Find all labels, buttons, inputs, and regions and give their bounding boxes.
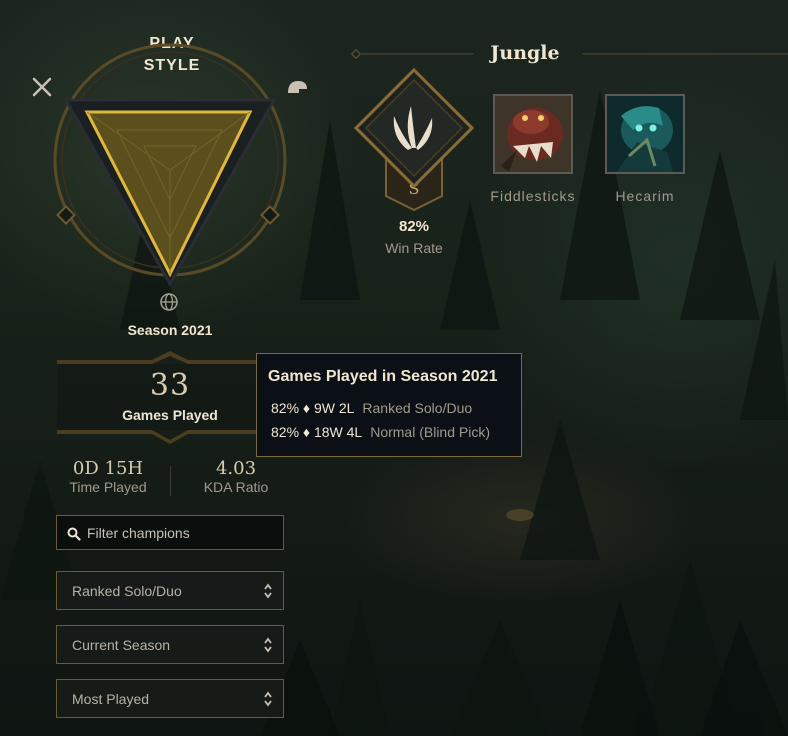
up-down-chevron-icon xyxy=(264,583,272,599)
tooltip-row-stats: 82% ♦ 9W 2L xyxy=(271,400,355,416)
tooltip-row-queue: Ranked Solo/Duo xyxy=(362,400,473,416)
play-style-chart xyxy=(53,43,287,288)
stat-divider xyxy=(170,466,171,496)
filter-champions-input[interactable]: Filter champions xyxy=(56,515,284,550)
hecarim-portrait xyxy=(607,96,683,172)
kda-ratio-stat: 4.03 KDA Ratio xyxy=(190,458,282,495)
win-rate-value: 82% xyxy=(398,218,430,235)
search-icon xyxy=(67,527,81,541)
kda-ratio-label: KDA Ratio xyxy=(203,479,269,495)
time-played-stat: 0D 15H Time Played xyxy=(58,458,158,495)
champion-portrait xyxy=(605,94,685,174)
champion-name: Hecarim xyxy=(615,188,675,204)
time-played-value: 0D 15H xyxy=(72,458,144,479)
champion-name: Fiddlesticks xyxy=(490,188,576,204)
tooltip-row-ranked: 82% ♦ 9W 2L Ranked Solo/Duo xyxy=(271,400,472,416)
tooltip-row-normal: 82% ♦ 18W 4L Normal (Blind Pick) xyxy=(271,424,490,440)
season-select-value: Current Season xyxy=(72,637,171,653)
queue-select[interactable]: Ranked Solo/Duo xyxy=(56,571,284,610)
role-rank-emblem: S xyxy=(354,68,474,212)
kda-ratio-value: 4.03 xyxy=(215,458,257,479)
champion-card-fiddlesticks[interactable]: Fiddlesticks xyxy=(490,94,575,204)
champion-portrait xyxy=(493,94,573,174)
games-played-tooltip: Games Played in Season 2021 82% ♦ 9W 2L R… xyxy=(256,353,522,457)
sort-select[interactable]: Most Played xyxy=(56,679,284,718)
games-played-label: Games Played xyxy=(122,407,218,423)
up-down-chevron-icon xyxy=(264,691,272,707)
queue-select-value: Ranked Solo/Duo xyxy=(72,583,182,599)
filter-champions-placeholder: Filter champions xyxy=(87,525,190,541)
role-title: Jungle xyxy=(490,42,560,64)
tooltip-row-queue: Normal (Blind Pick) xyxy=(370,424,491,440)
fiddlesticks-portrait xyxy=(495,96,571,172)
globe-icon xyxy=(160,293,178,311)
games-played-count: 33 xyxy=(149,368,191,403)
tooltip-row-stats: 82% ♦ 18W 4L xyxy=(271,424,363,440)
time-played-label: Time Played xyxy=(69,479,147,495)
up-down-chevron-icon xyxy=(264,637,272,653)
tooltip-title: Games Played in Season 2021 xyxy=(268,368,498,385)
helmet-icon xyxy=(288,81,307,93)
champion-card-hecarim[interactable]: Hecarim xyxy=(605,94,685,204)
win-rate-label: Win Rate xyxy=(385,240,443,256)
season-select[interactable]: Current Season xyxy=(56,625,284,664)
crossed-swords-icon xyxy=(32,77,52,97)
season-label: Season 2021 xyxy=(127,322,213,338)
sort-select-value: Most Played xyxy=(72,691,150,707)
